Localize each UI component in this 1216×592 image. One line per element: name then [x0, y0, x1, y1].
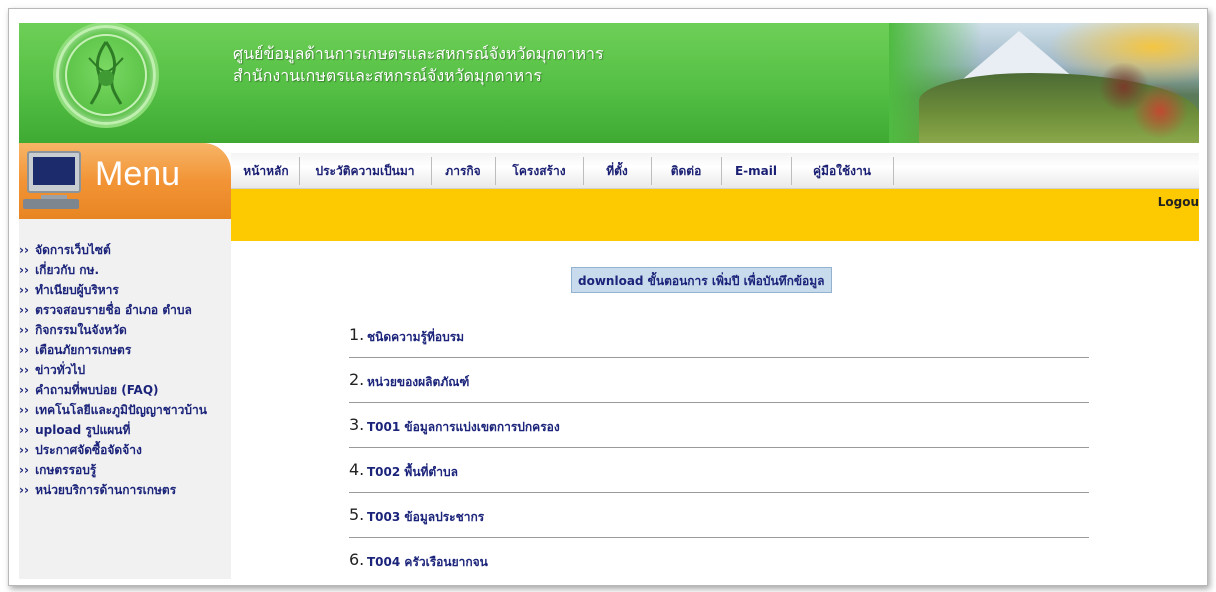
list-item-number: 6. [349, 550, 365, 569]
sidebar: ›› จัดการเว็บไซต์ ›› เกี่ยวกับ กษ. ›› ทำ… [19, 219, 231, 579]
nav-email[interactable]: E-mail [725, 153, 787, 189]
sidebar-item-label: เกี่ยวกับ กษ. [35, 263, 100, 277]
sidebar-item-procurement[interactable]: ›› ประกาศจัดซื้อจัดจ้าง [19, 443, 231, 457]
arrow-icon: ›› [19, 483, 29, 497]
sidebar-item-agri-knowledge[interactable]: ›› เกษตรรอบรู้ [19, 463, 231, 477]
arrow-icon: ›› [19, 403, 29, 417]
site-header: ศูนย์ข้อมูลด้านการเกษตรและสหกรณ์จังหวัดม… [19, 23, 1199, 143]
sidebar-item-faq[interactable]: ›› คำถามที่พบบ่อย (FAQ) [19, 383, 231, 397]
list-item-number: 4. [349, 460, 365, 479]
arrow-icon: ›› [19, 243, 29, 257]
sidebar-item-executives[interactable]: ›› ทำเนียบผู้บริหาร [19, 283, 231, 297]
sidebar-item-activities[interactable]: ›› กิจกรรมในจังหวัด [19, 323, 231, 337]
list-item-link[interactable]: T004 ครัวเรือนยากจน [367, 553, 488, 572]
site-title-primary: ศูนย์ข้อมูลด้านการเกษตรและสหกรณ์จังหวัดม… [233, 44, 604, 63]
nav-structure[interactable]: โครงสร้าง [499, 153, 579, 189]
sidebar-item-label: จัดการเว็บไซต์ [35, 243, 111, 257]
sidebar-item-label: upload รูปแผนที่ [35, 423, 131, 437]
sidebar-item-label: คำถามที่พบบ่อย (FAQ) [35, 383, 159, 397]
nav-divider [651, 157, 652, 185]
status-bar: Logou [231, 189, 1199, 241]
nav-history[interactable]: ประวัติความเป็นมา [303, 153, 427, 189]
menu-header: Menu [19, 143, 231, 219]
data-list: 1. ชนิดความรู้ที่อบรม 2. หน่วยของผลิตภัณ… [349, 313, 1089, 579]
nav-divider [431, 157, 432, 185]
arrow-icon: ›› [19, 263, 29, 277]
arrow-icon: ›› [19, 443, 29, 457]
sidebar-item-warnings[interactable]: ›› เตือนภัยการเกษตร [19, 343, 231, 357]
list-item-number: 3. [349, 415, 365, 434]
banner-photo [889, 23, 1199, 143]
page-content: ศูนย์ข้อมูลด้านการเกษตรและสหกรณ์จังหวัดม… [19, 23, 1199, 579]
list-item-link[interactable]: T002 พื้นที่ตำบล [367, 463, 458, 482]
arrow-icon: ›› [19, 463, 29, 477]
nav-divider [893, 157, 894, 185]
arrow-icon: ›› [19, 303, 29, 317]
list-item[interactable]: 6. T004 ครัวเรือนยากจน [349, 538, 1089, 579]
sidebar-item-label: เทคโนโลยีและภูมิปัญญาชาวบ้าน [35, 403, 207, 417]
site-titles: ศูนย์ข้อมูลด้านการเกษตรและสหกรณ์จังหวัดม… [233, 43, 604, 87]
nav-location[interactable]: ที่ตั้ง [587, 153, 647, 189]
farmers-image [1097, 63, 1187, 143]
sidebar-item-news[interactable]: ›› ข่าวทั่วไป [19, 363, 231, 377]
arrow-icon: ›› [19, 423, 29, 437]
list-item[interactable]: 4. T002 พื้นที่ตำบล [349, 448, 1089, 493]
monitor-screen [33, 157, 75, 185]
nav-divider [299, 157, 300, 185]
menu-title: Menu [95, 155, 181, 193]
sidebar-item-upload-map[interactable]: ›› upload รูปแผนที่ [19, 423, 231, 437]
list-item[interactable]: 3. T001 ข้อมูลการแบ่งเขตการปกครอง [349, 403, 1089, 448]
arrow-icon: ›› [19, 283, 29, 297]
download-instructions-button[interactable]: download ขั้นตอนการ เพิ่มปี เพื่อบันทึกข… [571, 267, 832, 293]
nav-divider [791, 157, 792, 185]
list-item-link[interactable]: หน่วยของผลิตภัณฑ์ [367, 373, 469, 392]
logout-link[interactable]: Logou [1158, 195, 1199, 209]
list-item-link[interactable]: T001 ข้อมูลการแบ่งเขตการปกครอง [367, 418, 560, 437]
nav-manual[interactable]: คู่มือใช้งาน [795, 153, 889, 189]
logo-area [19, 23, 231, 143]
ministry-seal-logo [56, 25, 156, 125]
sidebar-item-label: ประกาศจัดซื้อจัดจ้าง [35, 443, 142, 457]
site-title-secondary: สำนักงานเกษตรและสหกรณ์จังหวัดมุกดาหาร [233, 66, 542, 85]
sidebar-item-about[interactable]: ›› เกี่ยวกับ กษ. [19, 263, 231, 277]
nav-divider [583, 157, 584, 185]
nav-home[interactable]: หน้าหลัก [237, 153, 295, 189]
list-item[interactable]: 2. หน่วยของผลิตภัณฑ์ [349, 358, 1089, 403]
list-item-number: 5. [349, 505, 365, 524]
sidebar-item-manage-website[interactable]: ›› จัดการเว็บไซต์ [19, 243, 231, 257]
arrow-icon: ›› [19, 363, 29, 377]
list-item[interactable]: 5. T003 ข้อมูลประชากร [349, 493, 1089, 538]
sidebar-item-check-names[interactable]: ›› ตรวจสอบรายชื่อ อำเภอ ตำบล [19, 303, 231, 317]
arrow-icon: ›› [19, 383, 29, 397]
sidebar-item-label: กิจกรรมในจังหวัด [35, 323, 127, 337]
top-nav: หน้าหลัก ประวัติความเป็นมา ภารกิจ โครงสร… [231, 153, 1199, 189]
list-item-link[interactable]: T003 ข้อมูลประชากร [367, 508, 484, 527]
arrow-icon: ›› [19, 343, 29, 357]
sidebar-item-label: ตรวจสอบรายชื่อ อำเภอ ตำบล [35, 303, 192, 317]
sidebar-item-service-units[interactable]: ›› หน่วยบริการด้านการเกษตร [19, 483, 231, 497]
list-item[interactable]: 1. ชนิดความรู้ที่อบรม [349, 313, 1089, 358]
computer-monitor-icon [27, 151, 81, 203]
nav-mission[interactable]: ภารกิจ [435, 153, 491, 189]
list-item-number: 2. [349, 370, 365, 389]
keyboard-icon [23, 199, 79, 209]
nav-contact[interactable]: ติดต่อ [655, 153, 717, 189]
nav-divider [721, 157, 722, 185]
sidebar-item-label: หน่วยบริการด้านการเกษตร [35, 483, 177, 497]
arrow-icon: ›› [19, 323, 29, 337]
list-item-link[interactable]: ชนิดความรู้ที่อบรม [367, 328, 464, 347]
sidebar-item-label: ข่าวทั่วไป [35, 363, 86, 377]
sidebar-item-technology[interactable]: ›› เทคโนโลยีและภูมิปัญญาชาวบ้าน [19, 403, 231, 417]
list-item-number: 1. [349, 325, 365, 344]
sidebar-item-label: ทำเนียบผู้บริหาร [35, 283, 119, 297]
page-frame: ศูนย์ข้อมูลด้านการเกษตรและสหกรณ์จังหวัดม… [8, 8, 1208, 586]
nav-divider [495, 157, 496, 185]
sidebar-item-label: เตือนภัยการเกษตร [35, 343, 132, 357]
sidebar-item-label: เกษตรรอบรู้ [35, 463, 97, 477]
